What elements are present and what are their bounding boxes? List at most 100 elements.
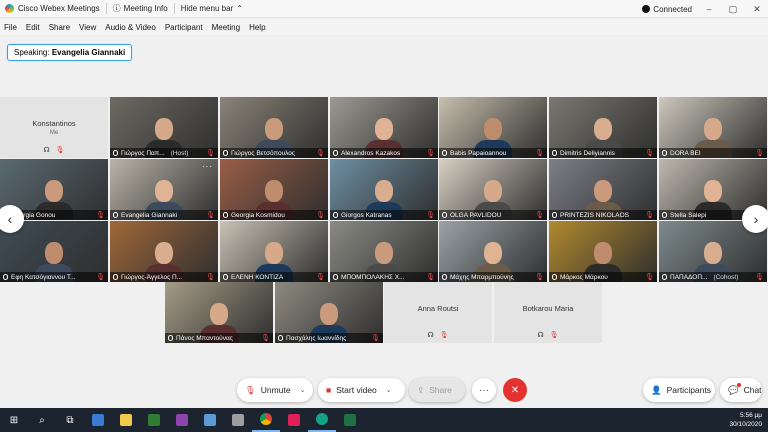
participant-label: Γιώργος Βετσόπουλος 🎙 [220, 148, 328, 158]
participant-tile[interactable]: Dimitris Deliyiannis 🎙 [549, 97, 657, 158]
app-icon[interactable] [224, 408, 252, 432]
chat-button[interactable]: 💬 Chat [720, 378, 762, 402]
participant-tile[interactable]: Evangelia Giannaki 🎙 ··· [110, 159, 218, 220]
audio-icon [113, 150, 118, 156]
meeting-info-button[interactable]: ⓘ Meeting Info [113, 3, 168, 14]
person-head [375, 180, 393, 202]
minimize-button[interactable]: – [702, 4, 716, 14]
tile-more-options-icon[interactable]: ··· [202, 162, 213, 171]
chat-icon: 💬 [728, 382, 741, 395]
participant-name: Γιώργος Παπ... [121, 149, 165, 157]
person-head [484, 180, 502, 202]
participant-tile[interactable]: Γιώργος-Άγγελος Π... 🎙 [110, 221, 218, 282]
participant-label: Alexandros Kazakos 🎙 [330, 148, 438, 158]
participant-name: DORA BEI [670, 149, 701, 157]
close-window-button[interactable]: ✕ [750, 4, 764, 15]
person-head [265, 242, 283, 264]
participant-label: Εφη Κατσόγιαννου Τ... 🎙 [0, 272, 108, 282]
audio-icon [113, 274, 118, 280]
muted-mic-icon: 🎙 [316, 274, 325, 281]
participant-tile[interactable]: Botkarou Maria ☊ 🎙 [494, 282, 602, 343]
participant-tile[interactable]: Konstantinos Me ☊ 🎙 [0, 97, 108, 158]
participant-tile[interactable]: Anna Routsi ☊ 🎙 [384, 282, 492, 343]
person-head [594, 242, 612, 264]
participant-tile[interactable]: Πασχάλης Ιωαννίδης 🎙 [275, 282, 383, 343]
slack-icon[interactable] [280, 408, 308, 432]
participant-tile[interactable]: ΕΛΕΝΗ ΚΟΝΤΙΖΑ 🎙 [220, 221, 328, 282]
next-page-button[interactable]: › [742, 205, 768, 233]
participant-name: ΜΠΟΜΠΟΛΑΚΗΣ Χ... [341, 273, 405, 281]
task-view-icon[interactable]: ⧉ [56, 408, 84, 432]
participant-tile[interactable]: Alexandros Kazakos 🎙 [330, 97, 438, 158]
person-head [704, 118, 722, 140]
participant-name: Alexandros Kazakos [341, 149, 401, 157]
end-meeting-button[interactable]: ✕ [503, 378, 527, 402]
participant-tile[interactable]: PRINTEZIS NIKOLAOS 🎙 [549, 159, 657, 220]
participant-tile[interactable]: Γιώργος Παπ... (Host) 🎙 [110, 97, 218, 158]
search-icon[interactable]: ⌕ [28, 408, 56, 432]
muted-mic-icon: 🎙 [535, 150, 544, 157]
menu-edit[interactable]: Edit [26, 23, 40, 32]
participant-tile[interactable]: Πάνος Μπαντούνας 🎙 [165, 282, 273, 343]
muted-mic-icon: 🎙 [245, 384, 256, 395]
app-icon[interactable] [196, 408, 224, 432]
menu-participant[interactable]: Participant [165, 23, 203, 32]
connected-icon [642, 5, 651, 14]
menu-share[interactable]: Share [49, 23, 70, 32]
participants-button[interactable]: 👤 Participants [643, 378, 715, 402]
speaking-indicator: Speaking: Evangelia Giannaki [7, 44, 133, 61]
chrome-icon[interactable] [252, 408, 280, 432]
participant-tile[interactable]: DORA BEI 🎙 [659, 97, 767, 158]
participant-name: Μάρκος Μάρκου [560, 273, 608, 281]
chevron-down-icon[interactable]: ⌄ [386, 386, 392, 394]
menu-help[interactable]: Help [249, 23, 265, 32]
more-options-button[interactable]: ··· [472, 378, 496, 402]
participant-tile[interactable]: Μάχης Μπαρμπούνης 🎙 [439, 221, 547, 282]
menu-view[interactable]: View [79, 23, 96, 32]
person-head [594, 180, 612, 202]
maximize-button[interactable]: ▢ [726, 4, 740, 15]
person-head [375, 118, 393, 140]
participant-name: Anna Routsi [417, 304, 459, 313]
audio-icon [3, 274, 8, 280]
menu-file[interactable]: File [4, 23, 17, 32]
windows-start-button[interactable]: ⊞ [0, 408, 28, 432]
menu-audio-video[interactable]: Audio & Video [105, 23, 156, 32]
share-button[interactable]: ⇪ Share [409, 378, 465, 402]
webex-taskbar-icon[interactable] [308, 408, 336, 432]
muted-mic-icon: 🎙 [426, 274, 435, 281]
participant-tile[interactable]: Γιώργος Βετσόπουλος 🎙 [220, 97, 328, 158]
participant-tile[interactable]: OLGA PAVLIDOU 🎙 [439, 159, 547, 220]
participant-tile[interactable]: Μάρκος Μάρκου 🎙 [549, 221, 657, 282]
person-head [265, 118, 283, 140]
participant-tile[interactable]: Babis Papaioannou 🎙 [439, 97, 547, 158]
muted-mic-icon: 🎙 [206, 150, 215, 157]
hide-menu-bar-button[interactable]: Hide menu bar ⌃ [181, 4, 243, 13]
person-head [155, 242, 173, 264]
audio-connection-icon: ☊ [43, 147, 50, 154]
chevron-right-icon: › [753, 211, 759, 227]
participant-name: ΠΑΠΑΔΟΠ... [670, 273, 708, 281]
audio-icon [552, 150, 557, 156]
menu-meeting[interactable]: Meeting [212, 23, 240, 32]
start-video-button[interactable]: ■ Start video ⌄ [318, 378, 405, 402]
person-head [155, 180, 173, 202]
participant-label: Πάνος Μπαντούνας 🎙 [165, 333, 273, 343]
chevron-down-icon[interactable]: ⌄ [300, 386, 306, 394]
unmute-button[interactable]: 🎙 Unmute ⌄ [237, 378, 313, 402]
audio-icon [552, 274, 557, 280]
excel-icon[interactable] [336, 408, 364, 432]
app-icon[interactable] [168, 408, 196, 432]
participant-tile[interactable]: ΜΠΟΜΠΟΛΑΚΗΣ Χ... 🎙 [330, 221, 438, 282]
audio-icon [662, 274, 667, 280]
participant-tile[interactable]: Georgia Kosmidou 🎙 [220, 159, 328, 220]
muted-mic-icon: 🎙 [206, 274, 215, 281]
muted-mic-icon: 🎙 [316, 150, 325, 157]
divider [173, 3, 175, 14]
calculator-icon[interactable] [84, 408, 112, 432]
chevron-up-icon: ⌃ [236, 4, 243, 13]
app-icon[interactable] [140, 408, 168, 432]
muted-mic-icon: 🎙 [549, 332, 559, 339]
participant-tile[interactable]: Giorgos Katranas 🎙 [330, 159, 438, 220]
file-explorer-icon[interactable] [112, 408, 140, 432]
